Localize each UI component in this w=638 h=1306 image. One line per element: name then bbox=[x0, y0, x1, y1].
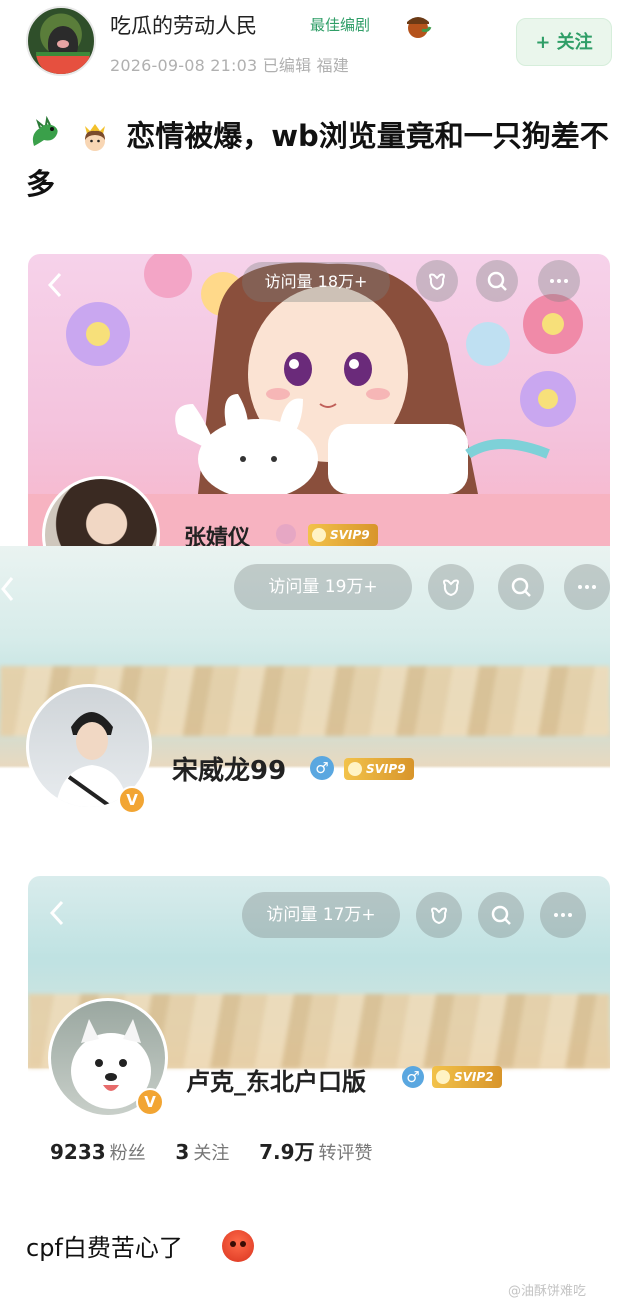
search-icon bbox=[487, 271, 507, 291]
profile-name[interactable]: 张婧仪 bbox=[184, 520, 250, 546]
gift-icon bbox=[429, 273, 445, 291]
author-name[interactable]: 吃瓜的劳动人民 bbox=[110, 10, 257, 40]
visits-pill: 访问量 19万+ bbox=[234, 564, 412, 610]
acorn-badge-icon bbox=[407, 17, 432, 38]
profile-name[interactable]: 卢克_东北户口版 bbox=[186, 1062, 366, 1097]
princess-emoji-icon bbox=[85, 124, 106, 151]
male-icon: ♂ bbox=[402, 1066, 424, 1088]
angry-face-emoji-icon bbox=[222, 1230, 254, 1262]
follow-button[interactable]: + 关注 bbox=[516, 18, 612, 66]
profile-name[interactable]: 宋威龙99 bbox=[172, 750, 286, 787]
female-icon bbox=[276, 524, 296, 544]
watermark: @油酥饼难吃 bbox=[508, 1284, 587, 1299]
back-arrow-icon[interactable] bbox=[0, 574, 14, 604]
more-icon bbox=[554, 913, 572, 917]
visits-pill: 访问量 17万+ bbox=[242, 892, 400, 938]
svip-badge[interactable]: SVIP9 bbox=[308, 524, 378, 546]
back-arrow-icon[interactable] bbox=[44, 270, 66, 300]
profile-card-2: 访问量 19万+ V 宋威龙99 ♂ SVIP9 bbox=[0, 546, 610, 851]
author-avatar[interactable] bbox=[26, 6, 96, 76]
search-button[interactable] bbox=[476, 260, 518, 302]
dragon-emoji-icon bbox=[32, 116, 58, 146]
more-button[interactable] bbox=[564, 564, 610, 610]
search-button[interactable] bbox=[478, 892, 524, 938]
post-header: 吃瓜的劳动人民 最佳编剧 2026-09-08 21:03 已编辑 福建 + 关… bbox=[0, 0, 638, 100]
search-icon bbox=[491, 905, 511, 925]
gift-icon bbox=[443, 579, 459, 597]
post-title: 恋情被爆，wb浏览量竟和一只狗差不多 bbox=[26, 112, 616, 208]
visits-pill: 访问量 18万+ bbox=[242, 262, 390, 302]
search-button[interactable] bbox=[498, 564, 544, 610]
gift-button[interactable] bbox=[416, 892, 462, 938]
verified-v-icon: V bbox=[136, 1088, 164, 1116]
more-button[interactable] bbox=[538, 260, 580, 302]
more-button[interactable] bbox=[540, 892, 586, 938]
following-count[interactable]: 3 bbox=[175, 1140, 189, 1164]
post-comment: cpf白费苦心了 bbox=[26, 1234, 183, 1262]
gift-button[interactable] bbox=[416, 260, 458, 302]
gift-icon bbox=[431, 907, 447, 925]
svip-badge[interactable]: SVIP2 bbox=[432, 1066, 502, 1088]
followers-label: 粉丝 bbox=[109, 1143, 146, 1164]
more-icon bbox=[550, 279, 568, 283]
post-meta: 2026-09-08 21:03 已编辑 福建 bbox=[110, 56, 349, 75]
male-icon: ♂ bbox=[310, 756, 334, 780]
followers-count[interactable]: 9233 bbox=[50, 1140, 106, 1164]
engagement-label: 转评赞 bbox=[318, 1143, 373, 1164]
verified-v-icon: V bbox=[118, 786, 146, 814]
author-badge: 最佳编剧 bbox=[310, 16, 371, 34]
svip-badge[interactable]: SVIP9 bbox=[344, 758, 414, 780]
gift-button[interactable] bbox=[428, 564, 474, 610]
following-label: 关注 bbox=[193, 1143, 230, 1164]
back-arrow-icon[interactable] bbox=[46, 898, 68, 928]
profile-stats: 9233 粉丝 3 关注 7.9万 转评赞 bbox=[50, 1136, 397, 1165]
more-icon bbox=[578, 585, 596, 589]
engagement-count[interactable]: 7.9万 bbox=[259, 1140, 314, 1164]
search-icon bbox=[511, 577, 531, 597]
profile-card-1: 访问量 18万+ 张婧仪 SVIP9 bbox=[28, 254, 610, 546]
